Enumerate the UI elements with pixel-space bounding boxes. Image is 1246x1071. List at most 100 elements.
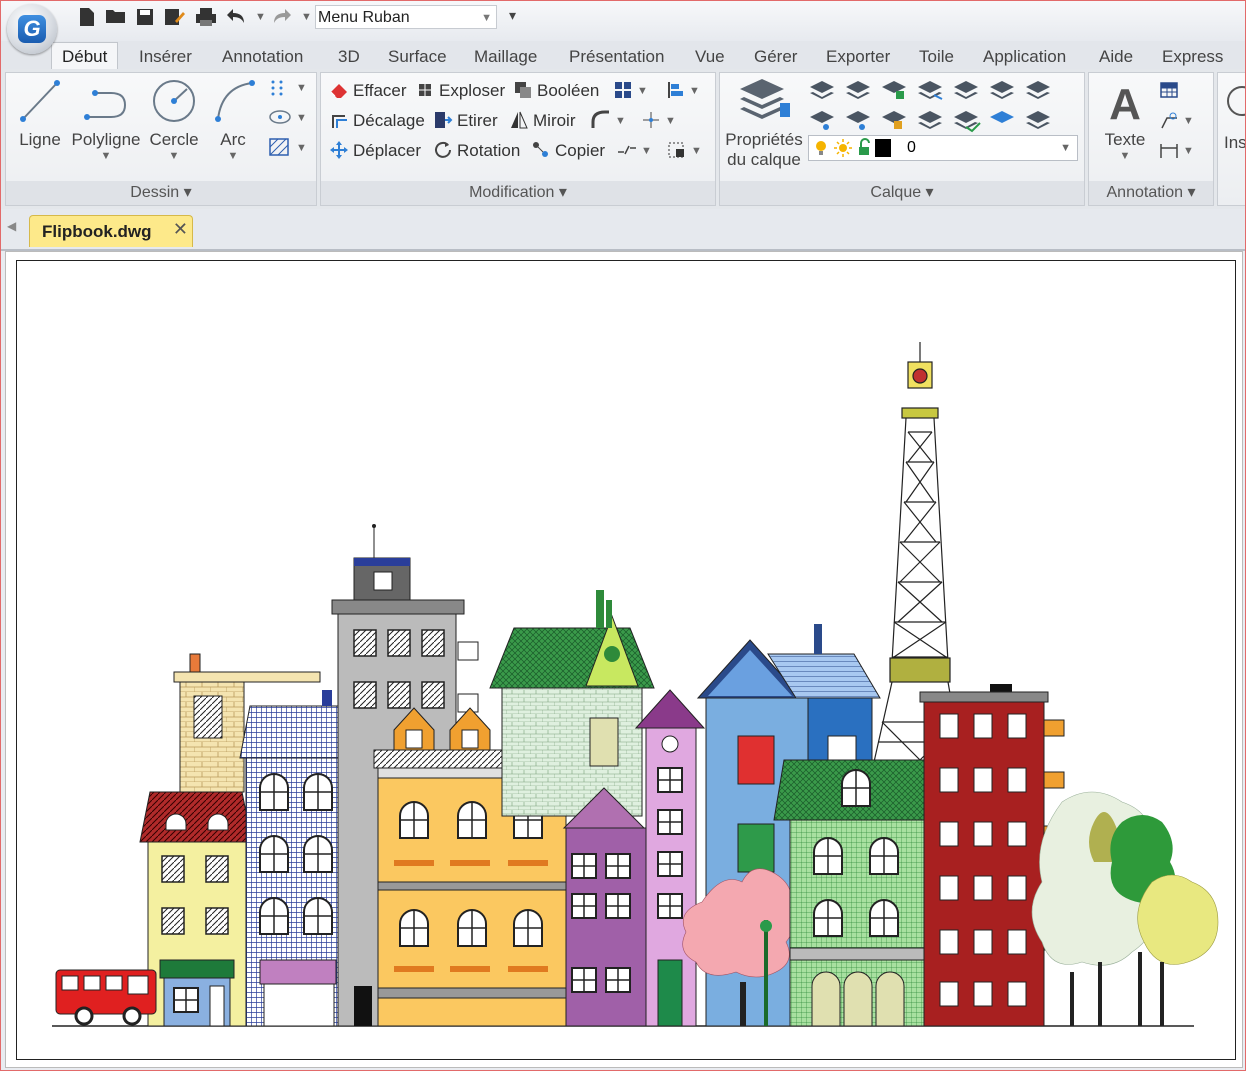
panel-title-text: Annotation — [1106, 184, 1184, 201]
line-icon — [20, 80, 60, 122]
ribbon-tabs: Début Insérer Annotation 3D Surface Mail… — [1, 41, 1245, 71]
decalage-button[interactable]: Décalage — [329, 109, 425, 133]
chevron-down-icon: ▼ — [691, 145, 702, 157]
dimension-icon — [1160, 144, 1178, 158]
tab-aide[interactable]: Aide — [1099, 45, 1133, 69]
chevron-down-icon: ▼ — [296, 142, 307, 154]
ellipse-icon — [269, 110, 291, 124]
rotation-button[interactable]: Rotation — [433, 139, 520, 163]
app-menu-button[interactable]: G — [7, 4, 57, 54]
panel-title-text: Calque — [870, 184, 922, 201]
hatch-icon — [269, 138, 289, 156]
tab-exporter[interactable]: Exporter — [826, 45, 890, 69]
cercle-dropdown-icon[interactable]: ▼ — [144, 150, 204, 162]
proprietes-calque-button[interactable]: Propriétés du calque — [722, 77, 806, 170]
drawing-canvas[interactable] — [5, 251, 1243, 1068]
arc-button[interactable]: Arc ▼ — [204, 77, 262, 162]
ellipse-button[interactable]: ▼ — [268, 107, 307, 131]
select-button[interactable]: ▼ — [667, 139, 702, 163]
chevron-down-icon: ▼ — [665, 115, 676, 127]
redo-icon[interactable] — [271, 7, 291, 27]
arc-icon — [215, 80, 255, 122]
booleen-button[interactable]: Booléen — [513, 79, 599, 103]
layer-tools-icons[interactable] — [806, 77, 1076, 133]
redo-dropdown-icon[interactable]: ▼ — [301, 11, 312, 23]
save-icon[interactable] — [135, 7, 155, 27]
miroir-button[interactable]: Miroir — [509, 109, 576, 133]
tab-express[interactable]: Express — [1162, 45, 1223, 69]
fillet-button[interactable]: ▼ — [591, 109, 626, 133]
tab-presentation[interactable]: Présentation — [569, 45, 664, 69]
miroir-label: Miroir — [533, 111, 576, 130]
chevron-down-icon: ▼ — [1183, 115, 1194, 127]
tab-toile[interactable]: Toile — [919, 45, 954, 69]
table-icon — [1160, 82, 1178, 98]
leader-icon — [1161, 112, 1177, 129]
panel-title-modification[interactable]: Modification ▾ — [321, 181, 715, 205]
workspace-select[interactable]: Menu Ruban ▼ — [315, 5, 497, 29]
tab-scroll-left-icon[interactable]: ◀ — [7, 219, 16, 233]
tab-surface[interactable]: Surface — [388, 45, 447, 69]
ribbon: Ligne Polyligne ▼ Cercle ▼ Arc ▼ ▼ ▼ ▼ D… — [1, 69, 1245, 209]
insert-block-icon[interactable] — [1222, 81, 1246, 121]
print-icon[interactable] — [195, 7, 216, 27]
chevron-down-icon: ▼ — [296, 112, 307, 124]
open-file-icon[interactable] — [105, 7, 125, 27]
tab-maillage[interactable]: Maillage — [474, 45, 537, 69]
fillet-icon — [591, 110, 609, 128]
polyligne-dropdown-icon[interactable]: ▼ — [70, 150, 142, 162]
chevron-down-icon: ▼ — [1060, 142, 1071, 154]
save-as-icon[interactable] — [163, 7, 185, 27]
leader-button[interactable]: ▼ — [1159, 109, 1194, 133]
break-button[interactable]: ▼ — [617, 139, 652, 163]
array-icon — [615, 82, 631, 98]
panel-modification: Effacer Exploser Booléen ▼ ▼ Décalage Et… — [320, 72, 716, 206]
close-icon[interactable]: ✕ — [173, 219, 188, 240]
app-logo-icon: G — [18, 15, 46, 43]
trim-button[interactable]: ▼ — [641, 109, 676, 133]
tab-debut[interactable]: Début — [51, 42, 119, 71]
undo-dropdown-icon[interactable]: ▼ — [255, 11, 266, 23]
current-layer-value: 0 — [907, 139, 916, 156]
app-window: G ▼ ▼ Menu Ruban ▼ ▾ Début Insérer Annota… — [0, 0, 1246, 1071]
customize-toolbar-icon[interactable]: ▾ — [509, 7, 516, 24]
array-button[interactable]: ▼ — [613, 79, 648, 103]
offset-icon — [332, 115, 347, 128]
tab-vue[interactable]: Vue — [695, 45, 725, 69]
dimension-button[interactable]: ▼ — [1159, 139, 1194, 163]
texte-button[interactable]: A Texte ▼ — [1095, 77, 1155, 162]
align-button[interactable]: ▼ — [665, 79, 700, 103]
tab-application[interactable]: Application — [983, 45, 1066, 69]
panel-title-annotation[interactable]: Annotation ▾ — [1089, 181, 1213, 205]
chevron-down-icon: ▼ — [637, 85, 648, 97]
rotate-icon — [435, 141, 451, 158]
tab-gerer[interactable]: Gérer — [754, 45, 797, 69]
tab-3d[interactable]: 3D — [338, 45, 360, 69]
polyligne-button[interactable]: Polyligne ▼ — [70, 77, 142, 162]
points-button[interactable]: ▼ — [268, 77, 307, 101]
document-tab[interactable]: Flipbook.dwg ✕ — [29, 215, 193, 247]
arc-dropdown-icon[interactable]: ▼ — [204, 150, 262, 162]
panel-title-dessin[interactable]: Dessin ▾ — [6, 181, 316, 205]
copier-button[interactable]: Copier — [531, 139, 605, 163]
tab-inserer[interactable]: Insérer — [139, 45, 192, 69]
texte-label: Texte — [1104, 130, 1146, 149]
etirer-button[interactable]: Etirer — [433, 109, 498, 133]
tab-annotation[interactable]: Annotation — [222, 45, 303, 69]
new-file-icon[interactable] — [77, 7, 97, 27]
undo-icon[interactable] — [225, 7, 245, 27]
deplacer-button[interactable]: Déplacer — [329, 139, 421, 163]
layer-select[interactable]: 0 ▼ — [808, 135, 1078, 161]
texte-dropdown-icon[interactable]: ▼ — [1095, 150, 1155, 162]
ligne-button[interactable]: Ligne — [10, 77, 70, 150]
panel-title-calque[interactable]: Calque ▾ — [720, 181, 1084, 205]
cercle-button[interactable]: Cercle ▼ — [144, 77, 204, 162]
effacer-button[interactable]: Effacer — [329, 79, 407, 103]
table-button[interactable] — [1159, 79, 1183, 103]
hatch-button[interactable]: ▼ — [268, 137, 307, 161]
panel-inserer-partial: Ins — [1217, 72, 1246, 206]
selection-icon — [668, 142, 684, 158]
chevron-down-icon: ▼ — [615, 115, 626, 127]
exploser-button[interactable]: Exploser — [415, 79, 505, 103]
chevron-down-icon: ▼ — [689, 85, 700, 97]
